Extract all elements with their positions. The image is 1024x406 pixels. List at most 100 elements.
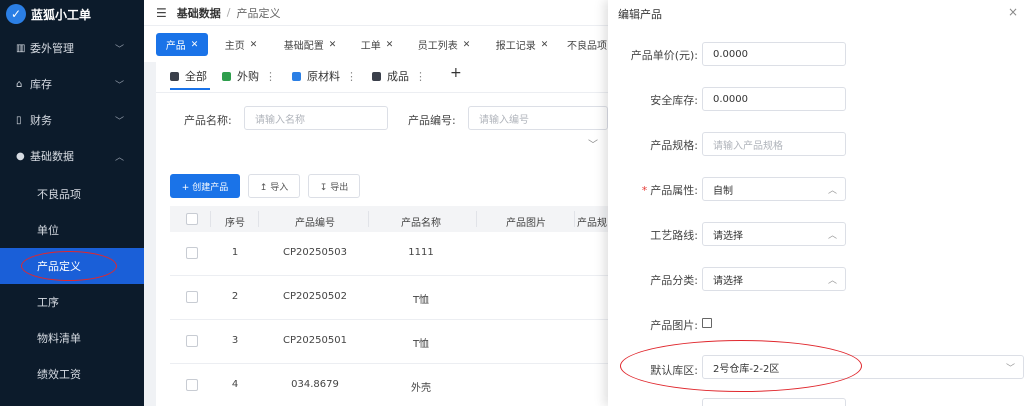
settings-icon: ● [16, 150, 25, 162]
box-icon: ⌂ [16, 78, 23, 90]
tab-label: 基础配置 [283, 41, 324, 52]
fox-logo-icon: ✓ [6, 4, 26, 24]
create-product-button[interactable]: + 创建产品 [170, 174, 240, 198]
app-logo[interactable]: ✓ 蓝狐小工单 [0, 0, 144, 28]
category-purchased[interactable]: 外购 ⋮ [222, 68, 276, 84]
cell-name: 1111 [408, 247, 434, 258]
menu-basic-data[interactable]: ● 基础数据 ︿ [0, 138, 144, 174]
tab-label: 不良品项 [567, 41, 607, 52]
tab-work-order[interactable]: 工单 ✕ [354, 33, 400, 56]
tab-label: 工单 [360, 41, 381, 52]
chevron-down-icon: ﹀ [114, 80, 124, 91]
column-divider [476, 211, 477, 227]
menu-toggle-icon[interactable]: ☰ [156, 6, 167, 20]
row-checkbox[interactable] [186, 335, 198, 347]
sidebar-item-bom[interactable]: 物料清单 [0, 320, 144, 356]
close-icon[interactable]: ✕ [250, 40, 258, 50]
breadcrumb-root[interactable]: 基础数据 [177, 5, 221, 21]
route-select[interactable]: 请选择 ︿ [702, 222, 846, 246]
expand-filters-icon[interactable]: ﹀ [588, 136, 598, 151]
table-row[interactable]: 3 CP20250501 T恤 [170, 320, 608, 364]
table-row[interactable]: 1 CP20250503 1111 [170, 232, 608, 276]
attribute-select[interactable]: 自制 ︿ [702, 177, 846, 201]
sidebar-item-defects[interactable]: 不良品项 [0, 176, 144, 212]
close-icon[interactable]: ✕ [329, 40, 337, 50]
close-icon[interactable]: × [1008, 5, 1018, 19]
tab-work-reports[interactable]: 报工记录 ✕ [488, 33, 556, 56]
row-checkbox[interactable] [186, 379, 198, 391]
breadcrumb-current: 产品定义 [236, 6, 281, 20]
select-all-checkbox[interactable] [186, 213, 198, 225]
more-icon[interactable]: ⋮ [346, 70, 357, 83]
tab-label: 报工记录 [495, 41, 536, 52]
tab-product[interactable]: 产品 ✕ [156, 33, 208, 56]
cell-code: CP20250501 [283, 335, 347, 346]
category-raw-material[interactable]: 原材料 ⋮ [292, 68, 357, 84]
default-zone-label: 默认库区: [650, 364, 698, 377]
spec-input[interactable]: 请输入产品规格 [702, 132, 846, 156]
column-divider [258, 211, 259, 227]
category-label: 产品分类: [650, 274, 698, 287]
close-icon[interactable]: ✕ [386, 40, 394, 50]
cell-index: 1 [231, 247, 239, 258]
table-row[interactable]: 4 034.8679 外壳 [170, 364, 608, 406]
chevron-up-icon: ︿ [827, 230, 837, 241]
column-header-image: 产品图片 [506, 218, 546, 229]
category-label: 原材料 [307, 70, 340, 83]
close-icon[interactable]: ✕ [541, 40, 549, 50]
default-zone-select[interactable]: 2号仓库-2-2区 ﹀ [702, 355, 1024, 379]
close-icon[interactable]: ✕ [191, 40, 199, 50]
sidebar-item-product-definition[interactable]: 产品定义 [0, 248, 144, 284]
drawer-title: 编辑产品 [618, 8, 662, 21]
cell-code: CP20250503 [283, 247, 347, 258]
safety-stock-label: 安全库存: [650, 94, 698, 107]
next-field-partial[interactable] [702, 398, 846, 406]
tab-basic-config[interactable]: 基础配置 ✕ [276, 33, 344, 56]
add-category-button[interactable]: + [450, 65, 462, 81]
active-category-indicator [170, 88, 210, 90]
export-button[interactable]: ↧ 导出 [308, 174, 360, 198]
menu-inventory[interactable]: ⌂ 库存 ﹀ [0, 66, 144, 102]
table-row[interactable]: 2 CP20250502 T恤 [170, 276, 608, 320]
menu-finance[interactable]: ▯ 财务 ﹀ [0, 102, 144, 138]
tab-defects[interactable]: 不良品项 [564, 33, 610, 56]
sidebar-item-performance-pay[interactable]: 绩效工资 [0, 356, 144, 392]
menu-label: 委外管理 [30, 42, 74, 55]
row-checkbox[interactable] [186, 247, 198, 259]
list-icon [170, 71, 179, 81]
product-name-label: 产品名称: [184, 114, 232, 127]
column-header-spec: 产品规 [577, 218, 607, 229]
unit-price-input[interactable]: 0.0000 [702, 42, 846, 66]
close-icon[interactable]: ✕ [463, 40, 471, 50]
column-divider [210, 211, 211, 227]
attribute-label: * 产品属性: [608, 182, 698, 198]
image-upload-icon[interactable] [702, 318, 712, 328]
cell-index: 4 [231, 379, 239, 390]
app-name: 蓝狐小工单 [31, 7, 92, 22]
category-finished[interactable]: 成品 ⋮ [372, 68, 426, 84]
row-checkbox[interactable] [186, 291, 198, 303]
menu-outsourcing[interactable]: ▥ 委外管理 ﹀ [0, 30, 144, 66]
tab-label: 主页 [224, 41, 245, 52]
tab-employees[interactable]: 员工列表 ✕ [410, 33, 478, 56]
menu-label: 库存 [30, 78, 52, 91]
import-button[interactable]: ↥ 导入 [248, 174, 300, 198]
safety-stock-input[interactable]: 0.0000 [702, 87, 846, 111]
spec-label: 产品规格: [650, 139, 698, 152]
product-name-input[interactable]: 请输入名称 [244, 106, 388, 130]
menu-label: 基础数据 [30, 150, 74, 163]
product-code-input[interactable]: 请输入编号 [468, 106, 608, 130]
cell-code: CP20250502 [283, 291, 347, 302]
category-select[interactable]: 请选择 ︿ [702, 267, 846, 291]
category-all[interactable]: 全部 [170, 68, 207, 84]
select-value: 2号仓库-2-2区 [713, 363, 780, 375]
tab-home[interactable]: 主页 ✕ [218, 33, 264, 56]
more-icon[interactable]: ⋮ [415, 70, 426, 83]
sidebar-item-process[interactable]: 工序 [0, 284, 144, 320]
more-icon[interactable]: ⋮ [265, 70, 276, 83]
sidebar-item-units[interactable]: 单位 [0, 212, 144, 248]
list-icon [222, 71, 231, 81]
select-value: 请选择 [713, 275, 743, 287]
cell-name: T恤 [412, 339, 430, 350]
menu-label: 财务 [30, 114, 52, 127]
